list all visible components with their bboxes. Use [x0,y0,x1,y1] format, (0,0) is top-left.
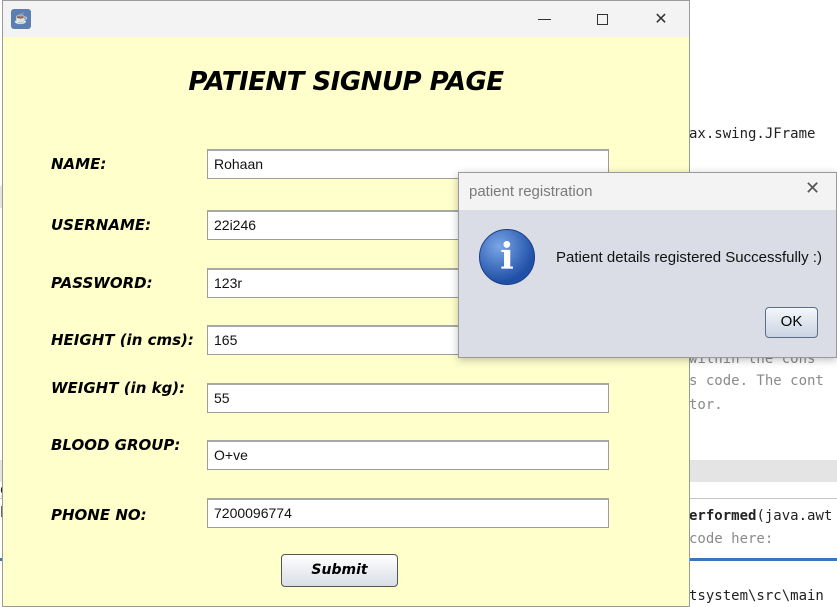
window-titlebar[interactable]: ☕ ✕ [3,1,689,37]
ide-code-line: ax.swing.JFrame [689,126,816,142]
maximize-icon [596,14,608,25]
ide-code-line: erformed(java.awt [689,508,832,524]
dialog-message: Patient details registered Successfully … [556,249,822,266]
ide-code-line: tor. [689,397,723,413]
weight-input[interactable]: 55 [207,383,609,413]
name-label: NAME: [51,155,107,173]
phone-label: PHONE NO: [51,506,147,524]
ide-code-line: code here: [689,531,774,547]
ok-button[interactable]: OK [765,307,818,338]
registration-dialog: patient registration ✕ i Patient details… [458,172,837,358]
password-label: PASSWORD: [51,274,153,292]
ide-code-line: s code. The cont [689,373,824,389]
dialog-close-button[interactable]: ✕ [805,178,820,199]
minimize-button[interactable] [530,7,558,31]
blood-group-input[interactable]: O+ve [207,440,609,470]
dialog-title: patient registration [469,183,593,200]
username-label: USERNAME: [51,216,152,234]
ide-method-name: erformed [689,508,757,524]
submit-button[interactable]: Submit [281,554,398,587]
weight-label: WEIGHT (in kg): [51,379,186,397]
close-button[interactable]: ✕ [647,7,675,31]
height-label: HEIGHT (in cms): [51,331,194,349]
blood-group-label: BLOOD GROUP: [51,436,181,454]
minimize-icon [537,19,551,20]
java-cup-icon: ☕ [11,9,31,29]
info-icon: i [479,229,535,285]
ide-file-path: tsystem\src\main [689,588,824,604]
dialog-titlebar[interactable]: patient registration ✕ [459,173,836,210]
page-title: PATIENT SIGNUP PAGE [188,67,504,97]
phone-input[interactable]: 7200096774 [207,498,609,528]
close-icon: ✕ [805,178,821,199]
ide-method-params: (java.awt [756,508,833,524]
maximize-button[interactable] [588,7,616,31]
close-icon: ✕ [654,9,668,28]
